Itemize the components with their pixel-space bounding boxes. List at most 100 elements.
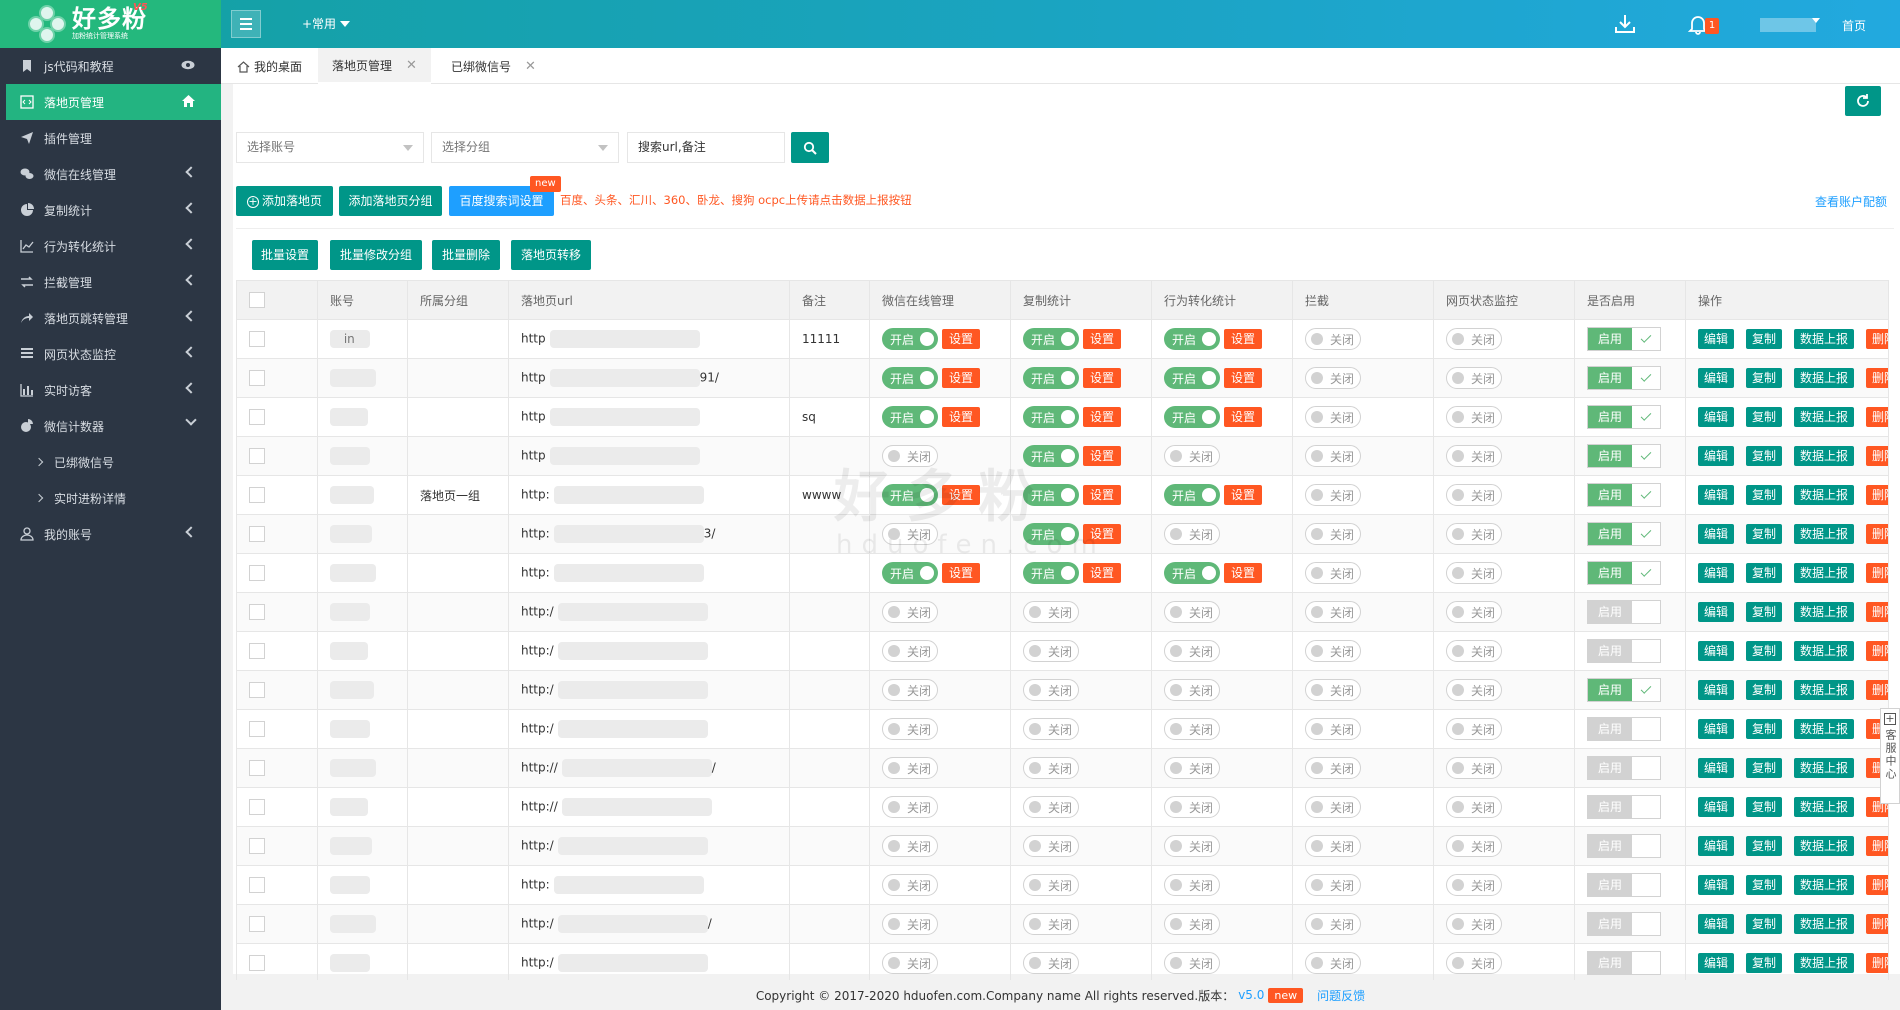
url-cell[interactable]: http:/ — [508, 670, 790, 710]
group-select[interactable]: 选择分组 — [431, 132, 619, 163]
row-select-cell[interactable] — [236, 904, 318, 944]
feedback-link[interactable]: 问题反馈 — [1317, 987, 1365, 1004]
copy-stats-settings-button[interactable]: 设置 — [1083, 485, 1122, 505]
wechat-online-settings-button[interactable]: 设置 — [942, 563, 981, 583]
row-select-cell[interactable] — [236, 358, 318, 398]
sidebar-item[interactable]: 实时访客 — [0, 372, 221, 408]
url-cell[interactable]: http:// — [508, 787, 790, 827]
wechat-online-settings-button[interactable]: 设置 — [942, 368, 981, 388]
copy-stats-switch-off[interactable]: 关闭 — [1023, 796, 1079, 818]
row-checkbox[interactable] — [249, 409, 265, 425]
wechat-online-switch-off[interactable]: 关闭 — [882, 796, 938, 818]
select-all-checkbox[interactable] — [249, 292, 265, 308]
data-report-button[interactable]: 数据上报 — [1794, 485, 1855, 505]
row-select-cell[interactable] — [236, 787, 318, 827]
edit-button[interactable]: 编辑 — [1698, 524, 1735, 544]
page-monitor-switch-off[interactable]: 关闭 — [1446, 718, 1502, 740]
copy-stats-switch-off[interactable]: 关闭 — [1023, 601, 1079, 623]
enable-checkbox[interactable]: 启用 — [1587, 795, 1661, 819]
user-name-blurred[interactable] — [1760, 18, 1816, 32]
delete-button[interactable]: 删除 — [1866, 953, 1888, 973]
sidebar-item[interactable]: 微信在线管理 — [0, 156, 221, 192]
row-checkbox[interactable] — [249, 760, 265, 776]
edit-button[interactable]: 编辑 — [1698, 407, 1735, 427]
conversion-stats-settings-button[interactable]: 设置 — [1224, 368, 1263, 388]
copy-stats-switch-off[interactable]: 关闭 — [1023, 718, 1079, 740]
row-select-cell[interactable] — [236, 436, 318, 476]
copy-button[interactable]: 复制 — [1746, 368, 1783, 388]
row-checkbox[interactable] — [249, 331, 265, 347]
page-monitor-switch-off[interactable]: 关闭 — [1446, 835, 1502, 857]
intercept-switch-off[interactable]: 关闭 — [1305, 601, 1361, 623]
enable-checkbox[interactable]: 启用 — [1587, 834, 1661, 858]
conversion-stats-switch-on[interactable]: 开启 — [1164, 406, 1220, 428]
menu-toggle-button[interactable] — [231, 10, 261, 38]
row-select-cell[interactable] — [236, 943, 318, 983]
copy-stats-switch-off[interactable]: 关闭 — [1023, 679, 1079, 701]
sidebar-item[interactable]: 网页状态监控 — [0, 336, 221, 372]
conversion-stats-settings-button[interactable]: 设置 — [1224, 485, 1263, 505]
add-landing-page-button[interactable]: + 添加落地页 — [236, 186, 333, 216]
intercept-switch-off[interactable]: 关闭 — [1305, 796, 1361, 818]
intercept-switch-off[interactable]: 关闭 — [1305, 718, 1361, 740]
edit-button[interactable]: 编辑 — [1698, 953, 1735, 973]
row-checkbox[interactable] — [249, 604, 265, 620]
copy-button[interactable]: 复制 — [1746, 836, 1783, 856]
row-checkbox[interactable] — [249, 838, 265, 854]
copy-stats-switch-off[interactable]: 关闭 — [1023, 757, 1079, 779]
copy-button[interactable]: 复制 — [1746, 719, 1783, 739]
edit-button[interactable]: 编辑 — [1698, 485, 1735, 505]
sidebar-item[interactable]: 微信计数器 — [0, 408, 221, 444]
sidebar-item[interactable]: 拦截管理 — [0, 264, 221, 300]
enable-checkbox[interactable]: 启用 — [1587, 327, 1661, 351]
edit-button[interactable]: 编辑 — [1698, 563, 1735, 583]
intercept-switch-off[interactable]: 关闭 — [1305, 835, 1361, 857]
row-checkbox[interactable] — [249, 565, 265, 581]
conversion-stats-switch-off[interactable]: 关闭 — [1164, 835, 1220, 857]
copy-stats-settings-button[interactable]: 设置 — [1083, 329, 1122, 349]
sidebar-item[interactable]: 我的账号 — [0, 516, 221, 552]
logo[interactable]: 好多粉 加粉统计管理系统 V5 — [0, 0, 221, 48]
intercept-switch-off[interactable]: 关闭 — [1305, 445, 1361, 467]
copy-stats-switch-on[interactable]: 开启 — [1023, 367, 1079, 389]
intercept-switch-off[interactable]: 关闭 — [1305, 562, 1361, 584]
row-select-cell[interactable] — [236, 631, 318, 671]
data-report-button[interactable]: 数据上报 — [1794, 524, 1855, 544]
select-all-cell[interactable] — [236, 280, 318, 320]
enable-checkbox[interactable]: 启用 — [1587, 444, 1661, 468]
intercept-switch-off[interactable]: 关闭 — [1305, 757, 1361, 779]
row-checkbox[interactable] — [249, 721, 265, 737]
row-checkbox[interactable] — [249, 487, 265, 503]
row-checkbox[interactable] — [249, 448, 265, 464]
wechat-online-switch-off[interactable]: 关闭 — [882, 952, 938, 974]
wechat-online-switch-off[interactable]: 关闭 — [882, 757, 938, 779]
page-monitor-switch-off[interactable]: 关闭 — [1446, 367, 1502, 389]
page-monitor-switch-off[interactable]: 关闭 — [1446, 757, 1502, 779]
enable-checkbox[interactable]: 启用 — [1587, 678, 1661, 702]
data-report-button[interactable]: 数据上报 — [1794, 329, 1855, 349]
copy-button[interactable]: 复制 — [1746, 797, 1783, 817]
page-monitor-switch-off[interactable]: 关闭 — [1446, 484, 1502, 506]
copy-button[interactable]: 复制 — [1746, 524, 1783, 544]
url-cell[interactable]: http:/ — [508, 592, 790, 632]
edit-button[interactable]: 编辑 — [1698, 680, 1735, 700]
edit-button[interactable]: 编辑 — [1698, 797, 1735, 817]
url-cell[interactable]: http — [508, 319, 790, 359]
copy-button[interactable]: 复制 — [1746, 953, 1783, 973]
data-report-button[interactable]: 数据上报 — [1794, 875, 1855, 895]
page-monitor-switch-off[interactable]: 关闭 — [1446, 640, 1502, 662]
enable-checkbox[interactable]: 启用 — [1587, 756, 1661, 780]
data-report-button[interactable]: 数据上报 — [1794, 407, 1855, 427]
account-select[interactable]: 选择账号 — [236, 132, 424, 163]
delete-button[interactable]: 删除 — [1866, 407, 1888, 427]
edit-button[interactable]: 编辑 — [1698, 602, 1735, 622]
url-cell[interactable]: http:/ — [508, 709, 790, 749]
copy-stats-switch-off[interactable]: 关闭 — [1023, 835, 1079, 857]
wechat-online-settings-button[interactable]: 设置 — [942, 329, 981, 349]
wechat-online-switch-on[interactable]: 开启 — [882, 406, 938, 428]
enable-checkbox[interactable]: 启用 — [1587, 366, 1661, 390]
sidebar-item[interactable]: 落地页跳转管理 — [0, 300, 221, 336]
copy-button[interactable]: 复制 — [1746, 641, 1783, 661]
delete-button[interactable]: 删除 — [1866, 914, 1888, 934]
intercept-switch-off[interactable]: 关闭 — [1305, 523, 1361, 545]
